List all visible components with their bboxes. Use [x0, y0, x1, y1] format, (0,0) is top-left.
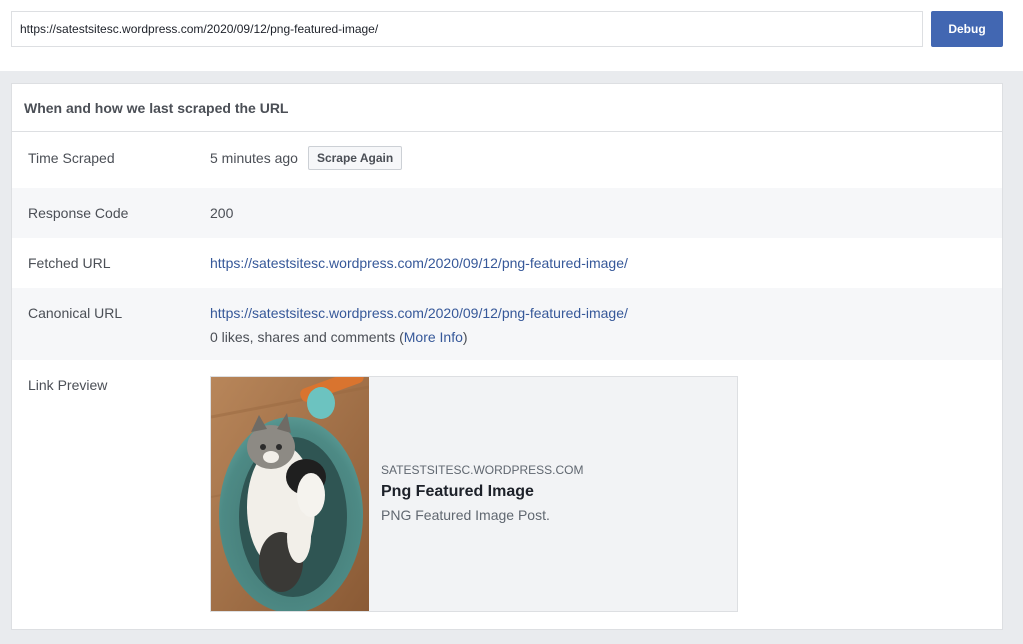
canonical-url-label: Canonical URL — [28, 305, 123, 321]
engagement-count: 0 likes, shares and comments ( — [210, 329, 404, 345]
time-scraped-value-group: 5 minutes ago Scrape Again — [210, 146, 403, 171]
panel-title: When and how we last scraped the URL — [24, 99, 289, 116]
row-fetched-url: Fetched URL https://satestsitesc.wordpre… — [12, 238, 1002, 288]
preview-text: SATESTSITESC.WORDPRESS.COM Png Featured … — [369, 377, 583, 611]
fetched-url-label: Fetched URL — [28, 255, 111, 271]
row-link-preview: Link Preview SATESTSITESC.WORDPRESS.COM … — [12, 360, 1002, 628]
scrape-again-button[interactable]: Scrape Again — [307, 146, 403, 171]
preview-description: PNG Featured Image Post. — [381, 507, 550, 523]
top-bar: Debug — [0, 0, 1023, 71]
response-code-label: Response Code — [28, 205, 129, 221]
fetched-url-link[interactable]: https://satestsitesc.wordpress.com/2020/… — [210, 255, 628, 271]
link-preview-label: Link Preview — [28, 377, 108, 393]
preview-title: Png Featured Image — [381, 483, 534, 500]
debug-button[interactable]: Debug — [931, 11, 1003, 47]
link-preview-card[interactable]: SATESTSITESC.WORDPRESS.COM Png Featured … — [210, 376, 738, 612]
more-info-link[interactable]: More Info — [404, 329, 463, 345]
response-code-value: 200 — [210, 205, 234, 221]
panel-header: When and how we last scraped the URL — [12, 84, 1002, 132]
time-scraped-value: 5 minutes ago — [210, 150, 298, 166]
engagement-stats: 0 likes, shares and comments (More Info) — [210, 325, 628, 349]
row-canonical-url: Canonical URL https://satestsitesc.wordp… — [12, 288, 1002, 360]
preview-image — [211, 377, 369, 611]
engagement-suffix: ) — [462, 329, 468, 345]
row-response-code: Response Code 200 — [12, 188, 1002, 238]
preview-domain: SATESTSITESC.WORDPRESS.COM — [381, 463, 584, 477]
url-input[interactable] — [11, 11, 923, 47]
scrape-info-panel: When and how we last scraped the URL Tim… — [11, 83, 1003, 630]
canonical-url-link[interactable]: https://satestsitesc.wordpress.com/2020/… — [210, 305, 628, 321]
row-time-scraped: Time Scraped 5 minutes ago Scrape Again — [12, 132, 1002, 188]
time-scraped-label: Time Scraped — [28, 150, 115, 166]
